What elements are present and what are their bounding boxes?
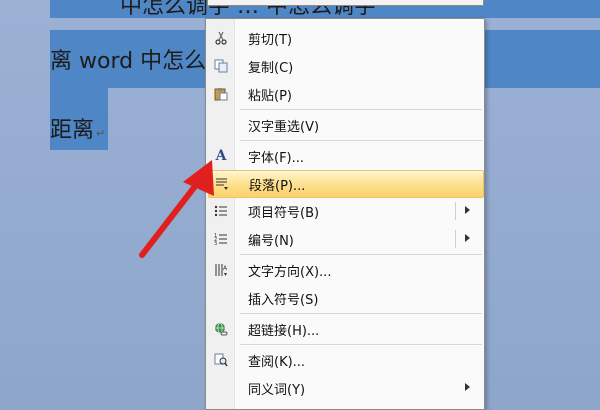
annotation-arrow-icon: [139, 160, 214, 258]
